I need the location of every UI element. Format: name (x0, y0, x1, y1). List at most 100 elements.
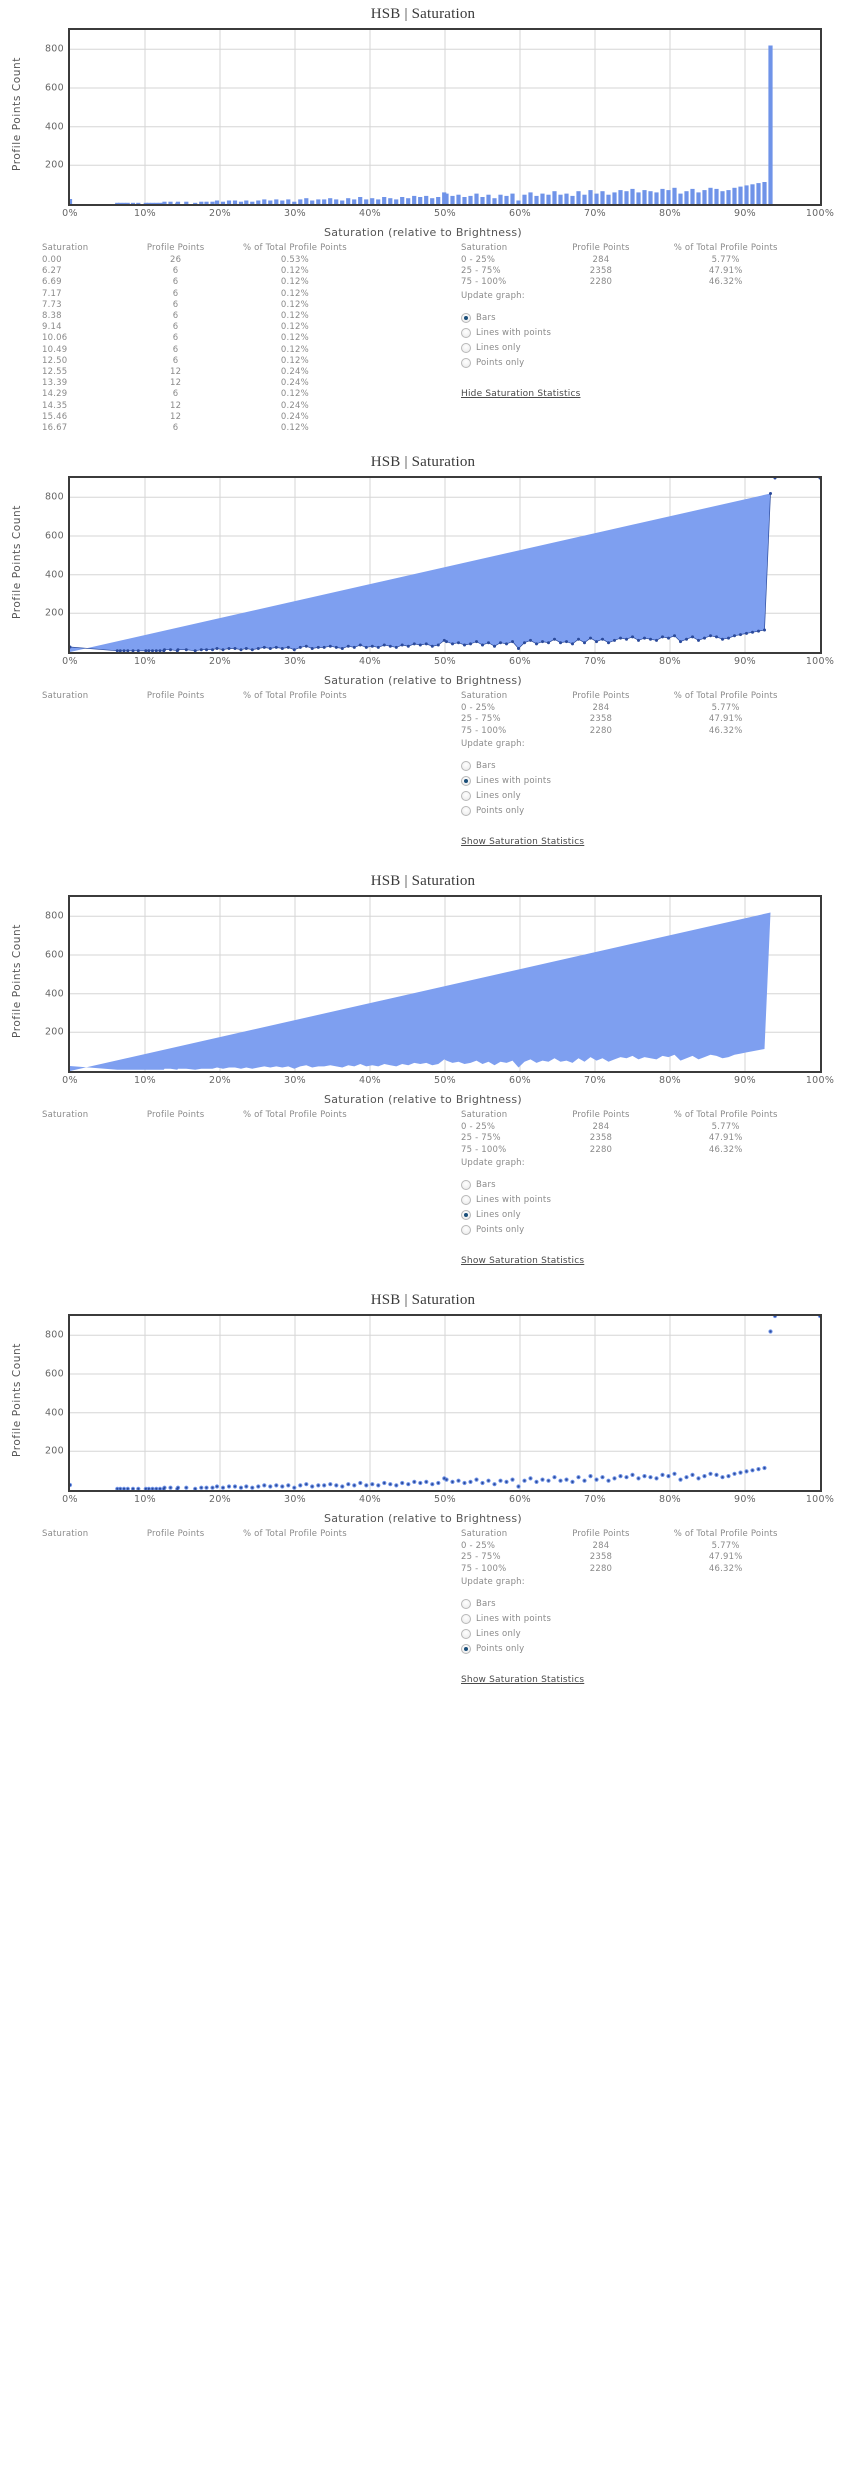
table-cell: 47.91% (708, 714, 743, 725)
radio-option-bars[interactable]: Bars (461, 1177, 551, 1192)
x-axis-tick: 100% (805, 1075, 835, 1087)
radio-option-lines-only[interactable]: Lines only (461, 1207, 551, 1222)
table-row: 0.00 26 0.53% (36, 255, 366, 266)
table-cell: 0.00 (42, 255, 62, 265)
table-cell: 284 (592, 1122, 610, 1133)
radio-option-bars[interactable]: Bars (461, 1596, 551, 1611)
table-row: 9.14 6 0.12% (36, 322, 366, 333)
radio-button-icon[interactable] (461, 760, 471, 771)
table-cell: 0.12% (280, 322, 309, 333)
radio-button-icon[interactable] (461, 1598, 471, 1609)
x-axis-tick: 50% (433, 656, 457, 668)
table-header-cell: Profile Points (146, 1110, 205, 1121)
statistics-block: Saturation Profile Points % of Total Profi… (0, 1529, 846, 1705)
table-cell: 0 - 25% (461, 703, 496, 714)
x-axis-tick: 0% (62, 1494, 78, 1506)
table-cell: 25 - 75% (461, 1552, 501, 1563)
radio-button-icon[interactable] (461, 790, 471, 801)
table-row: 15.46 12 0.24% (36, 412, 366, 423)
y-axis-tick: 400 (44, 121, 64, 133)
radio-button-icon[interactable] (461, 1628, 471, 1639)
table-cell: 46.32% (708, 1144, 743, 1155)
radio-button-icon[interactable] (461, 1224, 471, 1235)
radio-option-points-only[interactable]: Points only (461, 1222, 551, 1237)
table-row: 7.17 6 0.12% (36, 289, 366, 300)
table-cell: 5.77% (711, 1541, 740, 1552)
radio-option-label: Lines with points (476, 1613, 552, 1624)
y-axis-tick: 400 (44, 1407, 64, 1419)
table-cell: 0.24% (280, 400, 309, 411)
table-cell: 6 (172, 322, 179, 333)
table-cell: 0.24% (280, 367, 309, 378)
table-cell: 2280 (589, 1563, 613, 1574)
detail-statistics-table: Saturation Profile Points % of Total Profi… (36, 243, 366, 434)
table-row: 8.38 6 0.12% (36, 311, 366, 322)
toggle-statistics-link[interactable]: Show Saturation Statistics (461, 837, 584, 847)
radio-option-bars[interactable]: Bars (461, 758, 551, 773)
y-axis-tick: 800 (44, 491, 64, 503)
radio-button-icon[interactable] (461, 342, 471, 353)
table-cell: 12 (169, 411, 182, 422)
table-header-cell: % of Total Profile Points (242, 243, 347, 253)
table-row: 75 - 100% 2280 46.32% (455, 726, 800, 737)
radio-option-lines-with-points[interactable]: Lines with points (461, 773, 551, 788)
radio-button-icon[interactable] (461, 327, 471, 338)
radio-option-lines-with-points[interactable]: Lines with points (461, 1192, 551, 1207)
saturation-section-lines-only: HSB | Saturation Profile Points Count 80… (0, 867, 846, 1286)
radio-option-label: Points only (476, 805, 525, 816)
toggle-statistics-link[interactable]: Show Saturation Statistics (461, 1256, 584, 1266)
radio-button-icon[interactable] (461, 805, 471, 816)
toggle-statistics-link[interactable]: Show Saturation Statistics (461, 1675, 584, 1685)
radio-option-lines-with-points[interactable]: Lines with points (461, 325, 551, 340)
x-axis-tick: 80% (658, 656, 682, 668)
x-axis-tick: 90% (733, 1075, 757, 1087)
radio-button-icon[interactable] (461, 312, 471, 323)
x-axis-tick: 60% (508, 656, 532, 668)
radio-option-label: Bars (476, 312, 496, 323)
radio-button-icon[interactable] (461, 775, 471, 786)
radio-button-icon[interactable] (461, 357, 471, 368)
table-cell: 12 (169, 378, 182, 389)
saturation-section-points-only: HSB | Saturation Profile Points Count 80… (0, 1286, 846, 1705)
table-cell: 12 (169, 367, 182, 378)
table-cell: 5.77% (711, 703, 740, 714)
radio-option-lines-with-points[interactable]: Lines with points (461, 1611, 551, 1626)
table-cell: 75 - 100% (461, 277, 507, 288)
table-row: 0 - 25% 284 5.77% (455, 1541, 800, 1552)
table-cell: 6 (172, 355, 179, 366)
table-cell: 6 (172, 277, 179, 288)
table-cell: 25 - 75% (461, 1133, 501, 1144)
table-cell: 0.12% (280, 311, 309, 322)
radio-option-lines-only[interactable]: Lines only (461, 788, 551, 803)
table-row: 0 - 25% 284 5.77% (455, 703, 800, 714)
radio-button-icon[interactable] (461, 1194, 471, 1205)
radio-button-icon[interactable] (461, 1209, 471, 1220)
y-axis-ticks: 800 600 400 200 (20, 28, 64, 206)
x-axis-tick: 10% (133, 1494, 157, 1506)
x-axis-tick: 60% (508, 1075, 532, 1087)
table-cell: 5.77% (711, 255, 740, 265)
x-axis-tick: 70% (583, 1494, 607, 1506)
table-cell: 0.24% (280, 378, 309, 389)
detail-statistics-table: Saturation Profile Points % of Total Profi… (36, 691, 366, 703)
update-graph-heading: Update graph: (461, 291, 525, 301)
radio-option-bars[interactable]: Bars (461, 310, 551, 325)
radio-option-lines-only[interactable]: Lines only (461, 1626, 551, 1641)
radio-option-lines-only[interactable]: Lines only (461, 340, 551, 355)
radio-option-points-only[interactable]: Points only (461, 1641, 551, 1656)
radio-button-icon[interactable] (461, 1613, 471, 1624)
table-row: 25 - 75% 2358 47.91% (455, 266, 800, 277)
table-cell: 6 (172, 311, 179, 322)
x-axis-ticks: 0% 10% 20% 30% 40% 50% 60% 70% 80% 90% 100% (62, 208, 834, 226)
update-graph-heading: Update graph: (461, 1158, 525, 1169)
table-header-cell: Saturation (42, 1110, 89, 1121)
radio-button-icon[interactable] (461, 1179, 471, 1190)
radio-button-icon[interactable] (461, 1643, 471, 1654)
radio-option-points-only[interactable]: Points only (461, 355, 551, 370)
table-row: 75 - 100% 2280 46.32% (455, 1145, 800, 1156)
table-cell: 12.50 (42, 355, 68, 366)
update-graph-controls: Update graph: Bars Lines with points Lin… (461, 1158, 551, 1237)
toggle-statistics-link[interactable]: Hide Saturation Statistics (461, 389, 581, 399)
table-cell: 14.29 (42, 389, 68, 400)
radio-option-points-only[interactable]: Points only (461, 803, 551, 818)
